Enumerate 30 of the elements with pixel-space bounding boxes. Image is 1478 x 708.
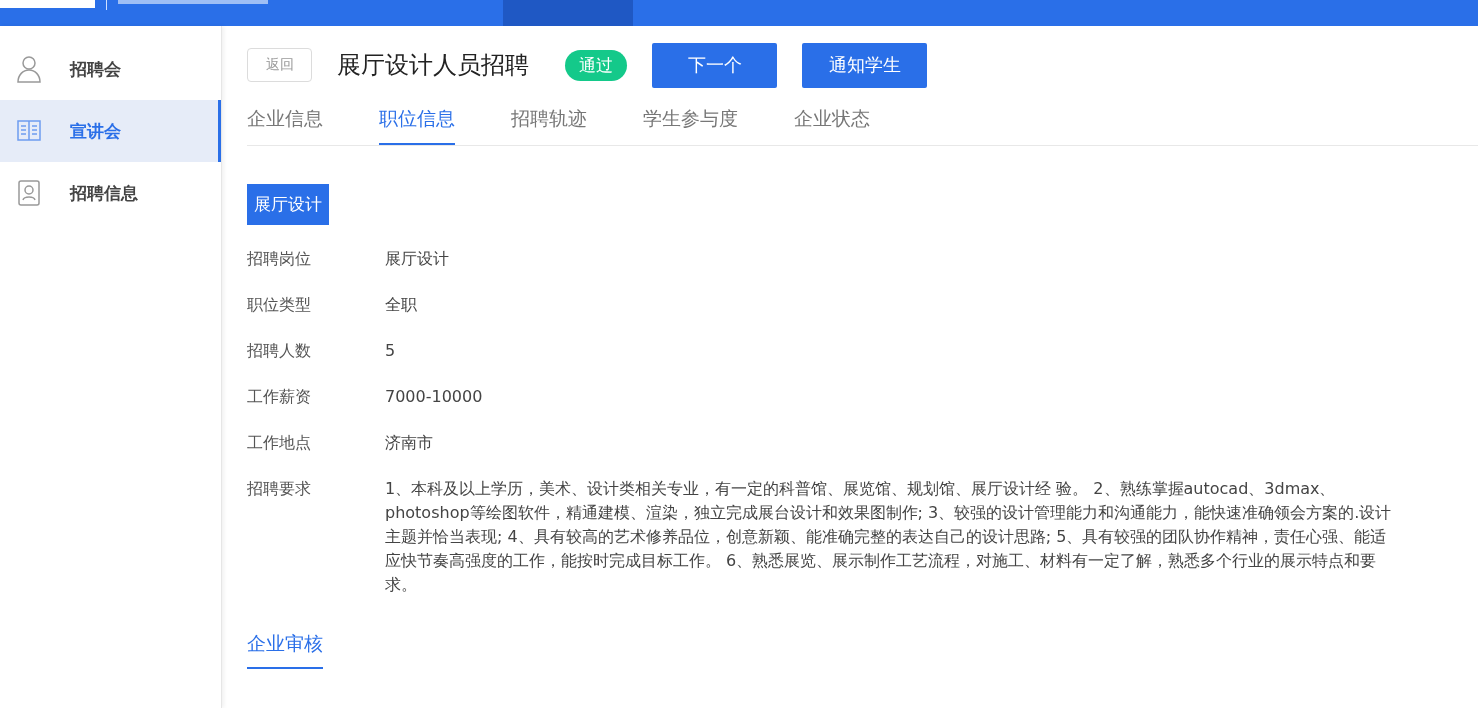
person-icon	[16, 54, 42, 84]
page-title: 展厅设计人员招聘	[337, 50, 529, 81]
field-value: 济南市	[385, 432, 434, 454]
field-label: 工作薪资	[247, 386, 312, 408]
field-value: 1、本科及以上学历，美术、设计类相关专业，有一定的科普馆、展览馆、规划馆、展厅设计经 验。 2、熟练掌握autocad、3dmax、photoshop等绘图软件，精通建模、渲染，独立完成展台设计和效果图制作; 3、较强的设计管理能力和沟通能力，能快速准确领会方案的.设计主题并恰当表现; 4、具有较高的艺术修养品位，创意新颖、能准确完整的表达自己的设计思路; 5、具有较强的团队协作精神，责任心强、能适应快节奏高强度的工作，能按时完成目标工作。 6、熟悉展览、展示制作工艺流程，对施工、材料有一定了解，熟悉多个行业的展示特点和要求。	[385, 478, 1393, 596]
field-value: 展厅设计	[385, 248, 450, 270]
position-tag: 展厅设计	[247, 184, 329, 225]
tab[interactable]: 企业信息	[247, 94, 323, 145]
status-badge: 通过	[565, 49, 627, 81]
sidebar-item[interactable]: 招聘会	[0, 38, 221, 100]
field-value: 7000-10000	[385, 386, 484, 408]
field-label: 职位类型	[247, 294, 312, 316]
action-button[interactable]: 通知学生	[802, 42, 927, 88]
tab[interactable]: 招聘轨迹	[511, 94, 587, 145]
field-label: 招聘要求	[247, 478, 312, 500]
top-nav-tab[interactable]	[503, 0, 633, 26]
action-button[interactable]: 下一个	[652, 42, 777, 88]
tab[interactable]: 学生参与度	[643, 94, 738, 145]
field-label: 招聘人数	[247, 340, 312, 362]
tab[interactable]: 职位信息	[379, 94, 455, 145]
field-label: 招聘岗位	[247, 248, 312, 270]
id-card-icon	[16, 178, 42, 208]
field-label: 工作地点	[247, 432, 312, 454]
sidebar-item[interactable]: 招聘信息	[0, 162, 221, 224]
section-tab[interactable]: 企业审核	[247, 631, 323, 669]
back-button[interactable]: 返回	[247, 48, 312, 82]
sidebar-item[interactable]: 宣讲会	[0, 100, 221, 162]
field-value: 5	[385, 340, 397, 362]
tab[interactable]: 企业状态	[794, 94, 870, 145]
field-value: 全职	[385, 294, 418, 316]
